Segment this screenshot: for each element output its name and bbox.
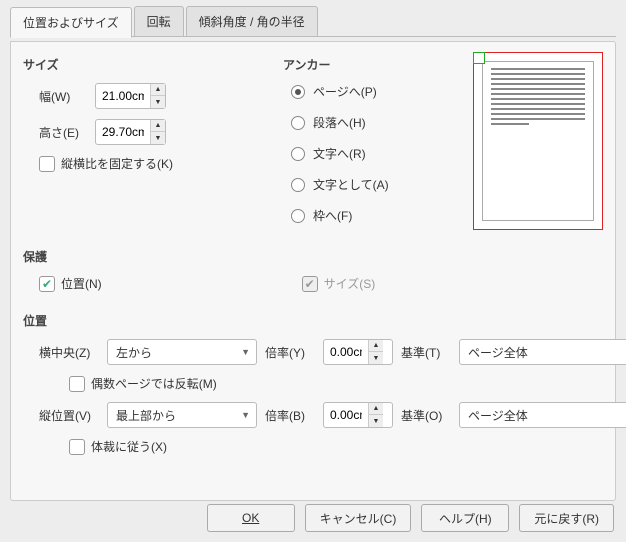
keep-ratio-label: 縦横比を固定する(K) [61, 155, 173, 172]
width-input[interactable] [96, 84, 150, 108]
dialog-buttons: OK キャンセル(C) ヘルプ(H) 元に戻す(R) [207, 504, 614, 532]
height-down-icon[interactable]: ▼ [151, 132, 165, 144]
protect-section: 保護 ✔ 位置(N) ✔ サイズ(S) [23, 248, 603, 292]
width-down-icon[interactable]: ▼ [151, 96, 165, 108]
horizontal-label: 横中央(Z) [39, 344, 99, 361]
horizontal-by-label: 倍率(Y) [265, 344, 315, 361]
reset-button[interactable]: 元に戻す(R) [519, 504, 614, 532]
spin-up-icon[interactable]: ▲ [369, 403, 383, 415]
horizontal-select-value: 左から [116, 344, 152, 361]
tab-panel-position-size: サイズ 幅(W) ▲ ▼ 高さ(E) [10, 41, 616, 501]
ok-button[interactable]: OK [207, 504, 295, 532]
tab-bar: 位置およびサイズ 回転 傾斜角度 / 角の半径 [10, 6, 616, 37]
vertical-label: 縦位置(V) [39, 407, 99, 424]
horizontal-select[interactable]: 左から ▼ [107, 339, 257, 365]
protect-size-label: サイズ(S) [324, 275, 376, 292]
radio-icon [291, 116, 305, 130]
follow-text-flow-label: 体裁に従う(X) [91, 438, 167, 455]
follow-text-flow-checkbox[interactable] [69, 439, 85, 455]
spin-down-icon[interactable]: ▼ [369, 352, 383, 364]
mirror-label: 偶数ページでは反転(M) [91, 375, 217, 392]
protect-position-label: 位置(N) [61, 275, 102, 292]
spin-down-icon[interactable]: ▼ [369, 415, 383, 427]
anchor-marker-icon [473, 52, 485, 64]
vertical-to-value: ページ全体 [468, 407, 528, 424]
horizontal-to-select[interactable]: ページ全体 ▼ [459, 339, 626, 365]
anchor-to-frame-label: 枠へ(F) [313, 207, 352, 224]
anchor-to-character-label: 文字へ(R) [313, 145, 366, 162]
width-spinner[interactable]: ▲ ▼ [95, 83, 166, 109]
mirror-checkbox[interactable] [69, 376, 85, 392]
anchor-to-page-label: ページへ(P) [313, 83, 377, 100]
radio-icon [291, 209, 305, 223]
spin-up-icon[interactable]: ▲ [369, 340, 383, 352]
size-section: サイズ 幅(W) ▲ ▼ 高さ(E) [23, 52, 263, 238]
help-button[interactable]: ヘルプ(H) [421, 504, 509, 532]
cancel-button[interactable]: キャンセル(C) [305, 504, 412, 532]
tab-position-size[interactable]: 位置およびサイズ [10, 7, 132, 38]
chevron-down-icon: ▼ [241, 410, 250, 420]
keep-ratio-checkbox[interactable] [39, 156, 55, 172]
vertical-by-label: 倍率(B) [265, 407, 315, 424]
radio-icon [291, 85, 305, 99]
preview-pane [473, 52, 603, 230]
horizontal-to-label: 基準(T) [401, 344, 451, 361]
horizontal-by-input[interactable] [324, 340, 368, 364]
vertical-to-select[interactable]: ページ全体 ▼ [459, 402, 626, 428]
radio-icon [291, 147, 305, 161]
tab-slant[interactable]: 傾斜角度 / 角の半径 [186, 6, 318, 36]
vertical-by-input[interactable] [324, 403, 368, 427]
height-up-icon[interactable]: ▲ [151, 120, 165, 132]
size-heading: サイズ [23, 56, 263, 73]
horizontal-by-spinner[interactable]: ▲ ▼ [323, 339, 393, 365]
anchor-as-character-label: 文字として(A) [313, 176, 389, 193]
height-input[interactable] [96, 120, 150, 144]
position-section: 位置 横中央(Z) 左から ▼ 倍率(Y) ▲ ▼ 基準(T) ページ全 [23, 312, 603, 455]
horizontal-to-value: ページ全体 [468, 344, 528, 361]
vertical-select-value: 最上部から [116, 407, 176, 424]
vertical-by-spinner[interactable]: ▲ ▼ [323, 402, 393, 428]
height-label: 高さ(E) [39, 124, 95, 141]
radio-icon [291, 178, 305, 192]
protect-heading: 保護 [23, 248, 603, 265]
width-up-icon[interactable]: ▲ [151, 84, 165, 96]
height-spinner[interactable]: ▲ ▼ [95, 119, 166, 145]
vertical-select[interactable]: 最上部から ▼ [107, 402, 257, 428]
width-label: 幅(W) [39, 88, 95, 105]
tab-rotation[interactable]: 回転 [134, 6, 184, 36]
protect-size-checkbox: ✔ [302, 276, 318, 292]
preview-page [482, 61, 594, 221]
anchor-to-paragraph-label: 段落へ(H) [313, 114, 366, 131]
chevron-down-icon: ▼ [241, 347, 250, 357]
position-heading: 位置 [23, 312, 603, 329]
vertical-to-label: 基準(O) [401, 407, 451, 424]
protect-position-checkbox[interactable]: ✔ [39, 276, 55, 292]
